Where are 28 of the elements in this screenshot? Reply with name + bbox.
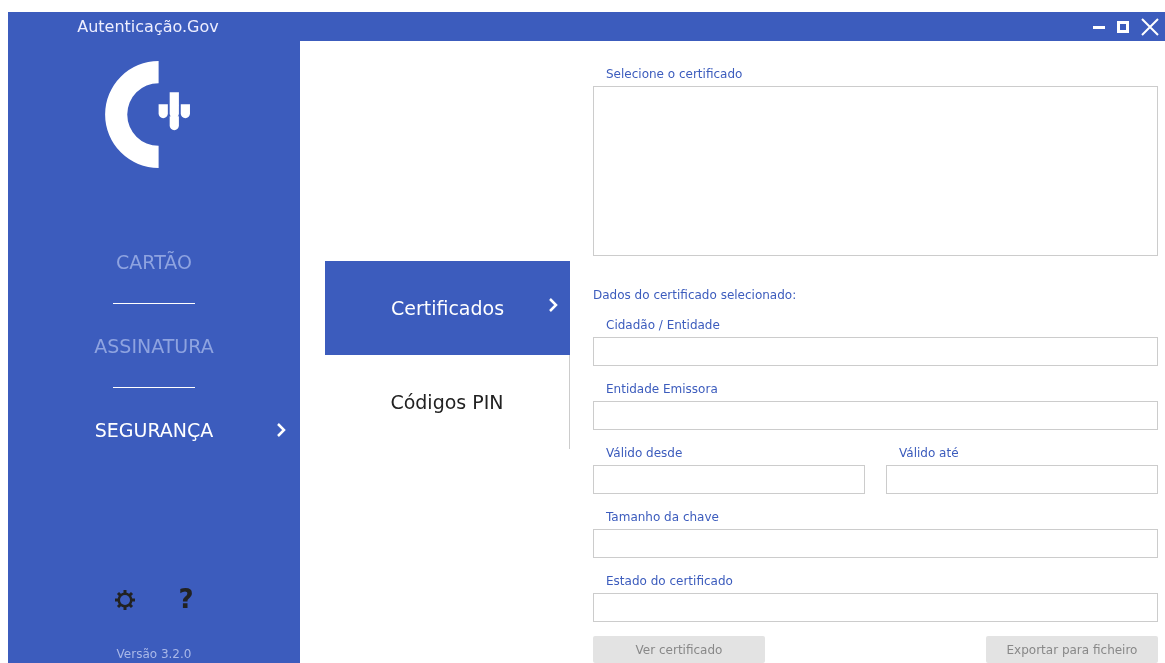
input-field[interactable] [886,465,1158,494]
minimize-icon[interactable] [1093,24,1105,29]
input-field[interactable] [593,529,1158,558]
field-label: Cidadão / Entidade [605,317,721,334]
close-icon[interactable] [1141,17,1159,36]
settings-icon[interactable] [114,588,137,611]
field-label: Estado do certificado [605,573,734,590]
sidebar-item[interactable]: ASSINATURA [8,324,300,368]
input-field[interactable] [593,401,1158,430]
field-label: Tamanho da chave [605,509,720,526]
field-label: Válido desde [605,445,684,462]
list-label: Selecione o certificado [605,66,744,83]
window-title: Autenticação.Gov [76,15,220,38]
help-button[interactable]: ? [178,580,194,619]
maximize-icon[interactable] [1117,20,1129,33]
certificate-list[interactable] [593,86,1158,256]
input-field[interactable] [593,593,1158,622]
sidebar-item[interactable]: CARTÃO [8,240,300,284]
chevron-icon [548,297,558,313]
field-label: Entidade Emissora [605,381,719,398]
field-label: Válido até [898,445,960,462]
section-title: Dados do certificado selecionado: [593,287,798,304]
input-field[interactable] [593,337,1158,366]
chevron-icon [276,422,286,438]
tab[interactable]: Certificados [325,261,570,355]
version-text: Versão 3.2.0 [116,646,192,663]
sidebar-item[interactable]: SEGURANÇA [8,408,300,452]
input-field[interactable] [593,465,865,494]
